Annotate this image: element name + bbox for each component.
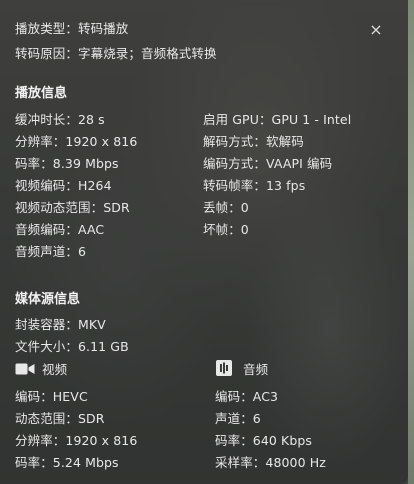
play-type-text: 播放类型：转码播放 [15,21,129,36]
audio-sample-rate: 采样率：48000 Hz [215,455,326,470]
audio-bitrate: 码率：640 Kbps [215,433,313,448]
playback-audio-channels: 音频声道：6 [15,244,87,259]
video-codec: 编码：HEVC [15,389,88,404]
media-source-title: 媒体源信息 [15,292,81,307]
audio-channels: 声道：6 [215,411,261,426]
corrupted-frames: 坏帧：0 [203,222,249,237]
playback-video-codec: 视频编码：H264 [15,178,112,193]
decode-method: 解码方式：软解码 [203,134,304,149]
stream-info-panel: 播放类型：转码播放 转码原因：字幕烧录；音频格式转换 × 播放信息 缓冲时长：2… [0,0,408,484]
video-resolution: 分辨率：1920 x 816 [15,433,138,448]
buffer-duration: 缓冲时长：28 s [15,112,105,127]
close-icon: × [369,20,383,39]
audio-icon [216,360,232,376]
container-format: 封装容器：MKV [15,317,106,332]
video-camera-icon [15,361,35,375]
video-bitrate: 码率：5.24 Mbps [15,455,119,470]
encode-method: 编码方式：VAAPI 编码 [203,156,333,171]
audio-section-label: 音频 [243,362,269,377]
file-size: 文件大小：6.11 GB [15,339,129,354]
transcode-reason-text: 转码原因：字幕烧录；音频格式转换 [15,46,217,61]
transcode-framerate: 转码帧率：13 fps [203,178,306,193]
gpu-enabled: 启用 GPU：GPU 1 - Intel [203,112,352,127]
playback-dynamic-range: 视频动态范围：SDR [15,200,130,215]
close-button[interactable]: × [366,20,386,40]
video-background-edge [408,0,414,484]
audio-codec: 编码：AC3 [215,389,279,404]
playback-bitrate: 码率：8.39 Mbps [15,156,119,171]
dropped-frames: 丢帧：0 [203,200,249,215]
video-section-label: 视频 [42,362,68,377]
video-dynamic-range: 动态范围：SDR [15,411,105,426]
playback-info-title: 播放信息 [15,86,68,101]
playback-resolution: 分辨率：1920 x 816 [15,134,138,149]
playback-audio-codec: 音频编码：AAC [15,222,105,237]
